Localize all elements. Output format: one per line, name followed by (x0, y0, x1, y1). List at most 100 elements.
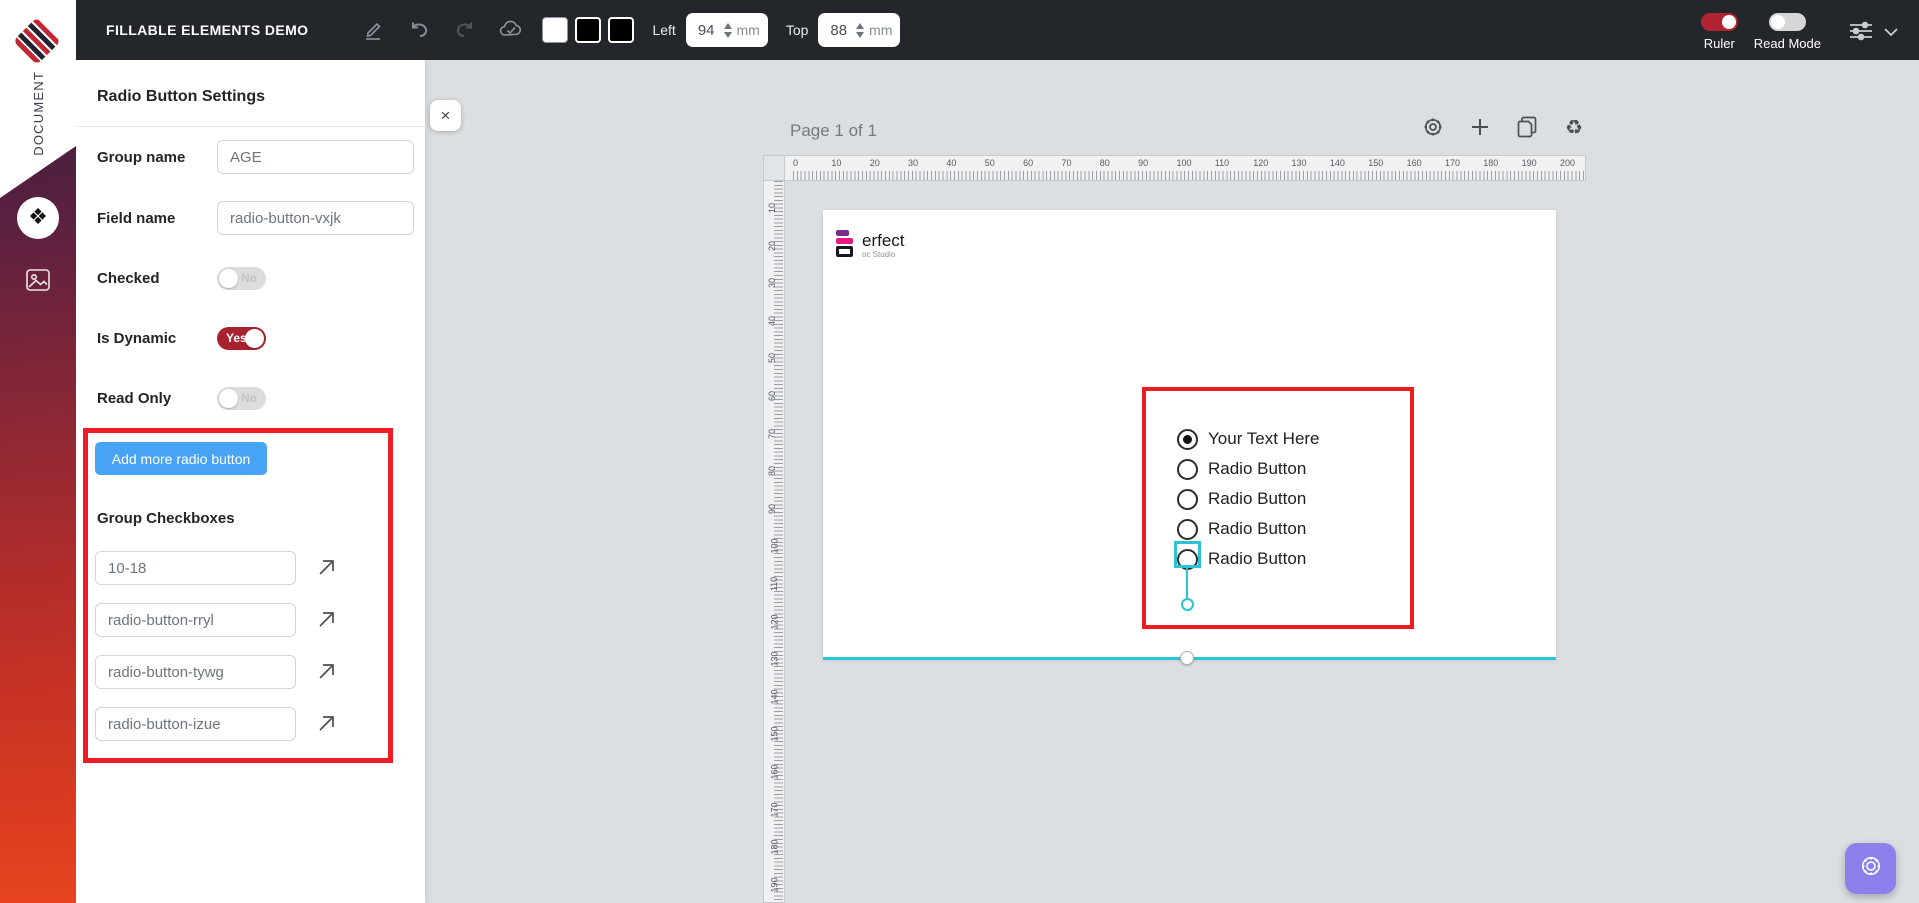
read-only-row: Read Only No (97, 381, 417, 415)
white-color-swatch[interactable] (542, 17, 569, 43)
left-unit-label: mm (736, 22, 760, 38)
logo-subtext: oc Studio (862, 250, 896, 259)
ruler-label: 50 (984, 158, 995, 168)
is-dynamic-toggle-state: Yes (226, 330, 247, 345)
document-title: FILLABLE ELEMENTS DEMO (106, 22, 309, 38)
add-page-icon[interactable] (1467, 114, 1493, 140)
radio-option-label[interactable]: Radio Button (1208, 519, 1306, 539)
left-position-value[interactable]: 94 (698, 22, 724, 39)
select-on-canvas-icon[interactable] (315, 557, 337, 579)
checked-toggle-state: No (241, 270, 257, 285)
checkbox-field-row (95, 551, 385, 585)
cloud-check-icon[interactable] (498, 17, 524, 43)
radio-icon-checked[interactable] (1177, 428, 1198, 450)
app-window: FILLABLE ELEMENTS DEMO Left 94 mm Top 88… (0, 0, 1919, 903)
radio-option-label[interactable]: Radio Button (1208, 549, 1306, 569)
checkbox-field-row (95, 655, 385, 689)
chevron-down-icon[interactable] (1883, 25, 1899, 43)
undo-icon[interactable] (406, 17, 432, 43)
checkbox-field-row (95, 603, 385, 637)
is-dynamic-row: Is Dynamic Yes (97, 321, 417, 355)
brand-glyph-icon (836, 229, 858, 259)
top-position-input[interactable]: 88 mm (818, 13, 901, 47)
top-position-label: Top (785, 22, 809, 38)
checkbox-field-input-4[interactable] (95, 707, 296, 741)
checkbox-field-input-1[interactable] (95, 551, 296, 585)
selection-drag-handle[interactable] (1181, 598, 1194, 611)
page-brand-logo: erfect oc Studio (836, 229, 905, 259)
radio-option-1: Your Text Here (1177, 424, 1320, 454)
document-section-label: DOCUMENT (30, 70, 46, 156)
ruler-label: 140 (1329, 158, 1345, 168)
elements-nav-button[interactable]: ❖ (17, 197, 59, 239)
group-name-input[interactable] (217, 140, 414, 174)
recycle-icon[interactable]: ♻ (1561, 114, 1587, 140)
radio-button-settings-panel: Radio Button Settings Group name Field n… (76, 60, 425, 903)
ruler-label: 40 (946, 158, 957, 168)
images-nav-button[interactable] (25, 268, 51, 297)
ruler-label: 10 (831, 158, 842, 168)
ruler-label: 180 (1483, 158, 1499, 168)
redo-icon[interactable] (452, 17, 478, 43)
radio-option-4: Radio Button (1177, 514, 1306, 544)
radio-icon-selected-element[interactable] (1177, 548, 1198, 570)
radio-icon[interactable] (1177, 518, 1198, 540)
top-position-value[interactable]: 88 (830, 22, 856, 39)
ruler-label: 130 (769, 651, 780, 667)
left-position-input[interactable]: 94 mm (685, 13, 768, 47)
checkbox-field-input-2[interactable] (95, 603, 296, 637)
ruler-label: 90 (1138, 158, 1149, 168)
select-on-canvas-icon[interactable] (315, 609, 337, 631)
ruler-label: 20 (767, 240, 778, 251)
duplicate-page-icon[interactable] (1514, 114, 1540, 140)
ruler-label: 10 (767, 202, 778, 214)
ruler-label: 200 (1560, 158, 1576, 168)
page-settings-gear-icon[interactable] (1420, 114, 1446, 140)
ruler-label: 190 (1521, 158, 1537, 168)
top-stepper[interactable] (856, 22, 865, 38)
ruler-label: 170 (1444, 158, 1460, 168)
read-mode-toggle[interactable] (1768, 13, 1806, 31)
edit-pencil-icon[interactable] (360, 17, 386, 43)
radio-option-label[interactable]: Radio Button (1208, 459, 1306, 479)
add-more-radio-button[interactable]: Add more radio button (95, 442, 267, 475)
black-color-swatch-2[interactable] (608, 17, 635, 43)
ruler-label: 0 (793, 158, 799, 168)
field-name-label: Field name (97, 209, 176, 227)
radio-option-label[interactable]: Radio Button (1208, 489, 1306, 509)
radio-icon[interactable] (1177, 488, 1198, 510)
radio-icon[interactable] (1177, 458, 1198, 480)
radio-option-label[interactable]: Your Text Here (1208, 429, 1320, 449)
close-panel-button[interactable]: × (430, 100, 461, 131)
black-color-swatch[interactable] (575, 17, 602, 43)
close-icon: × (440, 105, 451, 125)
page-resize-handle[interactable] (1180, 651, 1194, 665)
support-gear-icon (1858, 853, 1884, 884)
page-action-bar: ♻ (1420, 114, 1587, 140)
ruler-label: 120 (1253, 158, 1269, 168)
ruler-label: 150 (769, 726, 780, 742)
toolbar-right-group: Ruler Read Mode (1700, 9, 1899, 51)
is-dynamic-toggle[interactable]: Yes (217, 326, 266, 350)
radio-option-5: Radio Button (1177, 544, 1306, 574)
ruler-label: 70 (1061, 158, 1072, 168)
select-on-canvas-icon[interactable] (315, 713, 337, 735)
ruler-label: 80 (767, 466, 778, 477)
read-only-toggle[interactable]: No (217, 386, 266, 410)
ruler-toggle[interactable] (1700, 13, 1738, 31)
checkbox-field-input-3[interactable] (95, 655, 296, 689)
select-on-canvas-icon[interactable] (315, 661, 337, 683)
field-name-input[interactable] (217, 201, 414, 235)
ruler-label: 90 (767, 503, 778, 514)
ruler-label: 20 (869, 158, 880, 168)
checked-toggle[interactable]: No (217, 266, 266, 290)
ruler-label: 110 (1214, 158, 1230, 168)
support-fab-button[interactable] (1845, 843, 1896, 894)
group-name-row: Group name (97, 140, 417, 174)
filters-icon[interactable] (1847, 19, 1875, 48)
left-stepper[interactable] (723, 22, 732, 38)
checked-row: Checked No (97, 261, 417, 295)
checked-label: Checked (97, 269, 160, 287)
color-swatch-group (542, 17, 635, 43)
is-dynamic-label: Is Dynamic (97, 329, 177, 347)
